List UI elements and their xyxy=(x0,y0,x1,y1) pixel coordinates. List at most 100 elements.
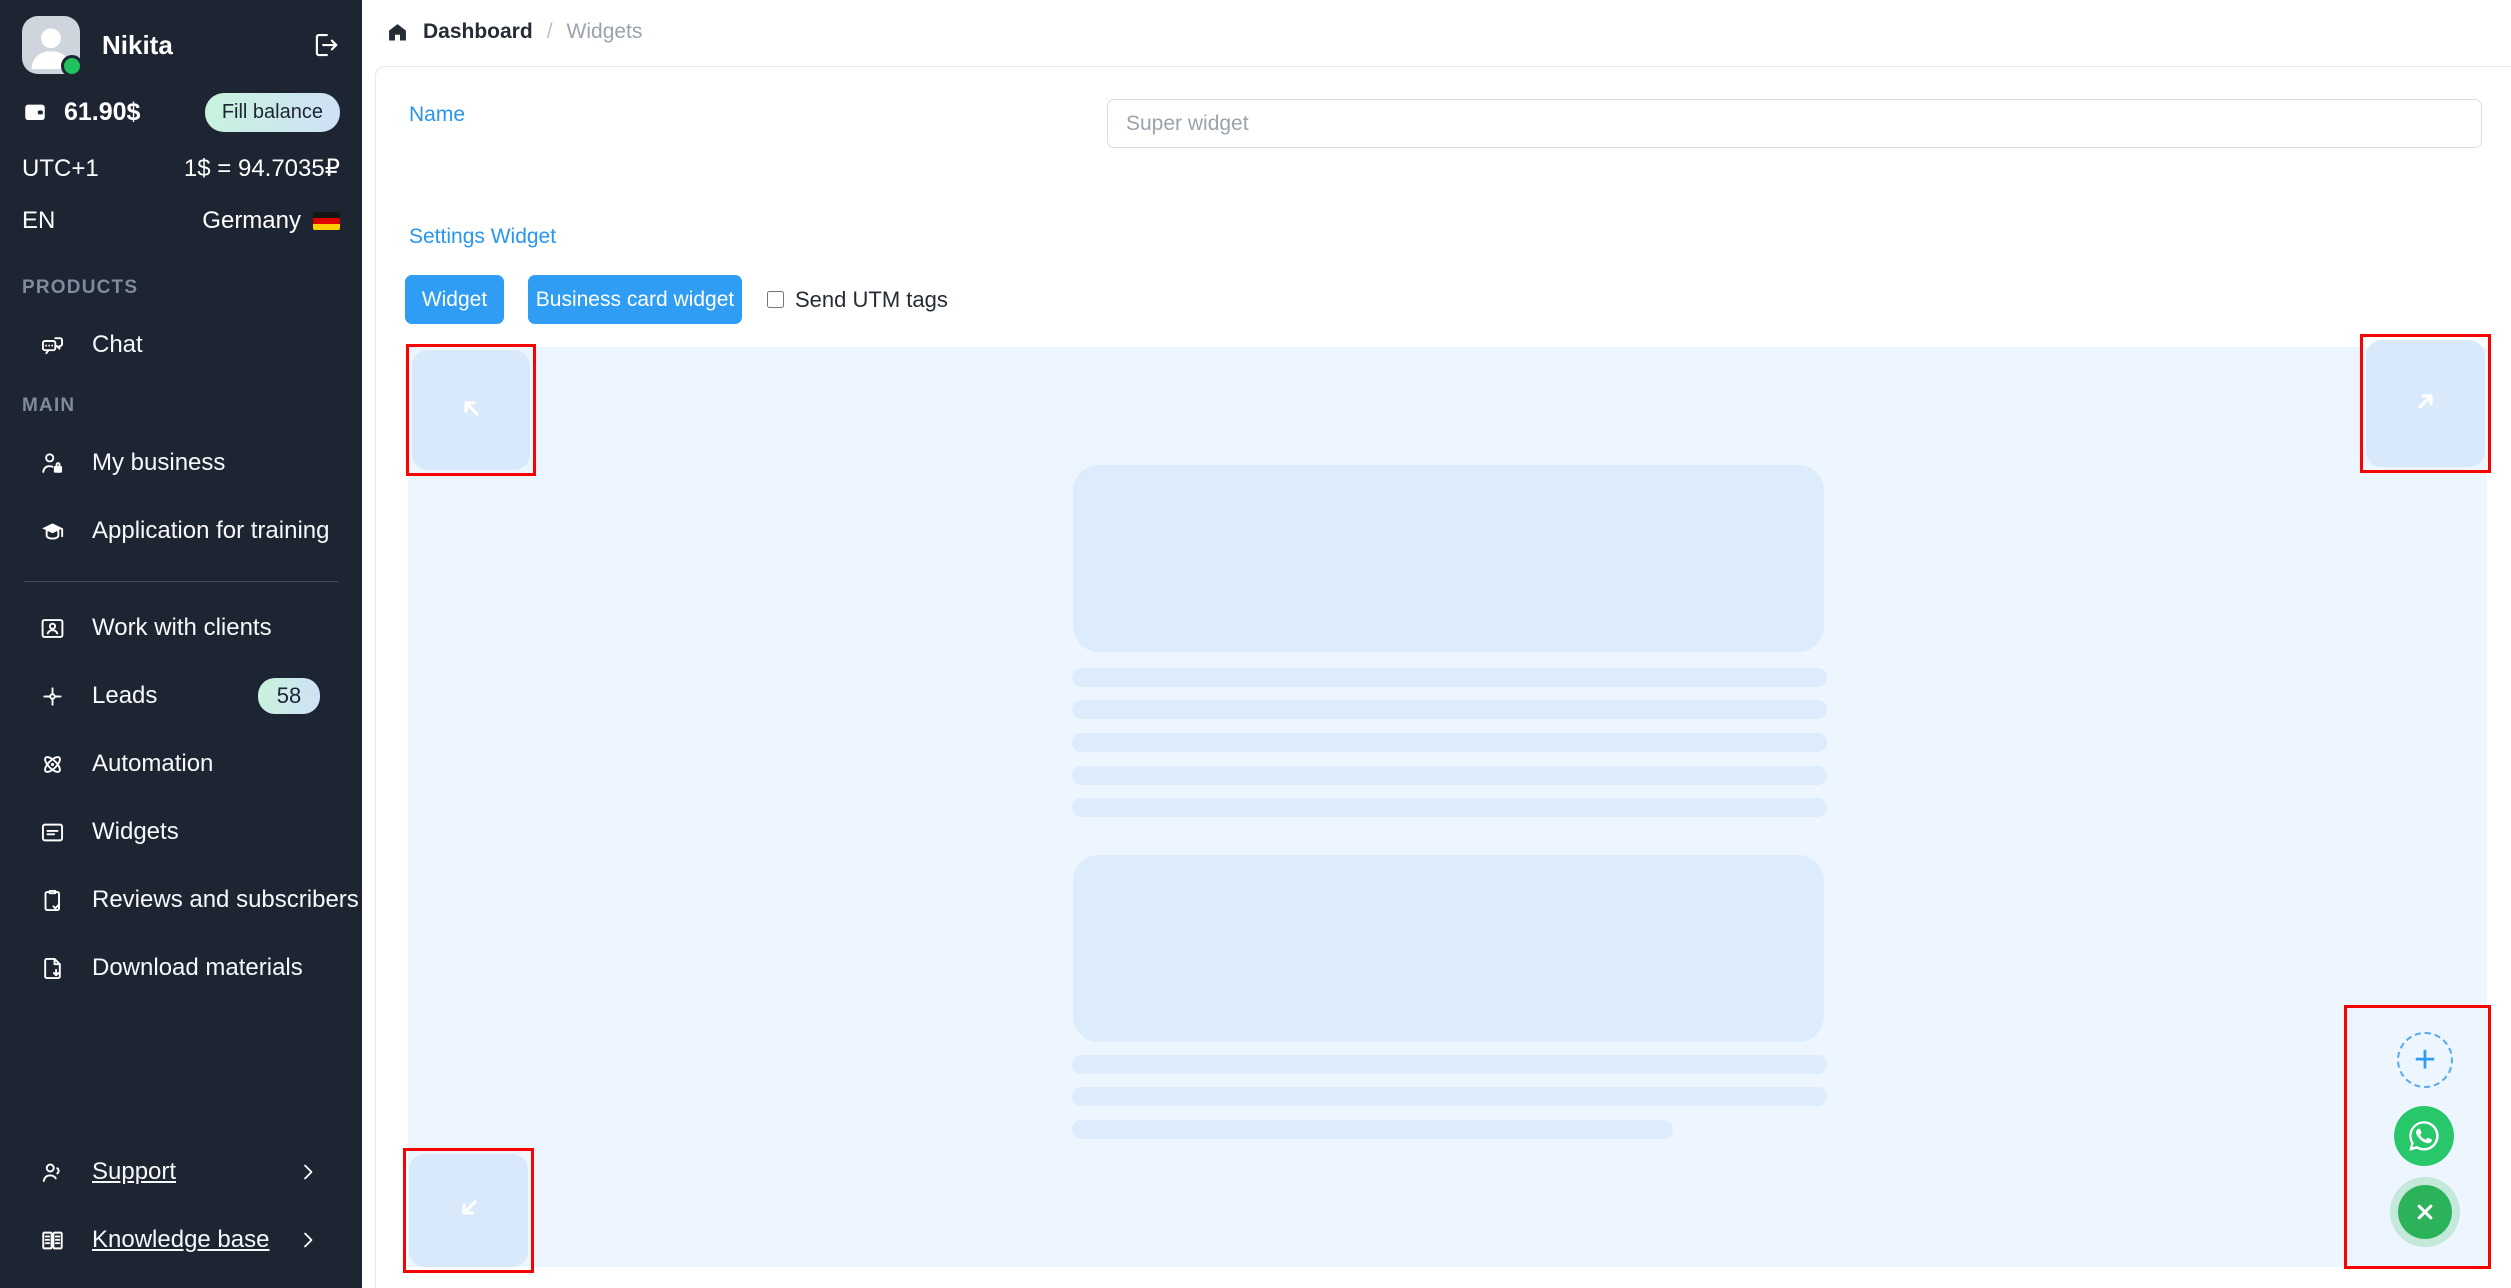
sidebar-item-support[interactable]: Support xyxy=(22,1150,340,1194)
balance-amount: 61.90$ xyxy=(64,98,140,127)
placeholder-line xyxy=(1072,668,1827,687)
widget-card-icon xyxy=(38,818,66,846)
name-field-label: Name xyxy=(409,103,465,127)
chevron-right-icon xyxy=(296,1228,320,1252)
home-icon[interactable] xyxy=(386,21,409,44)
sidebar-item-label: Work with clients xyxy=(92,614,272,642)
breadcrumb-dashboard-link[interactable]: Dashboard xyxy=(423,20,533,44)
arrow-down-left-icon xyxy=(452,1191,486,1230)
sidebar-item-work-with-clients[interactable]: Work with clients xyxy=(22,606,340,650)
exchange-rate-value: 1$ = 94.7035₽ xyxy=(184,154,340,183)
balance-row: 61.90$ Fill balance xyxy=(22,94,340,130)
hub-icon xyxy=(38,682,66,710)
whatsapp-icon xyxy=(2406,1118,2442,1154)
placeholder-line xyxy=(1072,798,1827,817)
online-status-dot xyxy=(61,55,83,77)
sidebar-item-leads[interactable]: Leads 58 xyxy=(22,674,340,718)
whatsapp-button[interactable] xyxy=(2394,1106,2454,1166)
support-agent-icon xyxy=(38,1158,66,1186)
sidebar-item-my-business[interactable]: My business xyxy=(22,441,340,485)
widget-name-input[interactable] xyxy=(1107,99,2482,148)
fill-balance-button[interactable]: Fill balance xyxy=(205,93,340,132)
send-utm-tags-row: Send UTM tags xyxy=(767,275,948,324)
leads-count-badge: 58 xyxy=(258,678,320,714)
placeholder-line xyxy=(1072,1087,1827,1106)
sidebar-item-label: Reviews and subscribers xyxy=(92,886,359,914)
section-label-products: PRODUCTS xyxy=(22,277,340,299)
person-briefcase-icon xyxy=(38,449,66,477)
language-value[interactable]: EN xyxy=(22,207,55,235)
app-root: Nikita 61.90$ Fill balance UTC+1 1$ = 94… xyxy=(0,0,2511,1288)
book-icon xyxy=(38,1226,66,1254)
sidebar-item-label: Download materials xyxy=(92,954,303,982)
widget-type-button[interactable]: Widget xyxy=(405,275,504,324)
placeholder-line xyxy=(1072,766,1827,785)
document-download-icon xyxy=(38,954,66,982)
germany-flag-icon xyxy=(313,212,340,231)
resize-handle-bottom-left[interactable] xyxy=(409,1154,528,1267)
content-card: Name Settings Widget Widget Business car… xyxy=(375,66,2511,1288)
clipboard-check-icon xyxy=(38,886,66,914)
send-utm-tags-checkbox[interactable] xyxy=(767,291,784,308)
plus-icon: + xyxy=(2414,1041,2436,1079)
widget-preview-canvas xyxy=(408,347,2487,1267)
sidebar-item-chat[interactable]: Chat xyxy=(22,323,340,367)
user-row: Nikita xyxy=(22,16,340,74)
sidebar-item-download-materials[interactable]: Download materials xyxy=(22,946,340,990)
timezone-row: UTC+1 1$ = 94.7035₽ xyxy=(22,154,340,183)
sidebar-item-label: Widgets xyxy=(92,818,179,846)
sidebar-item-label: Automation xyxy=(92,750,213,778)
breadcrumb-separator: / xyxy=(547,20,553,44)
chat-icon xyxy=(38,331,66,359)
placeholder-line-short xyxy=(1072,1120,1673,1139)
country-value: Germany xyxy=(202,207,301,235)
placeholder-block xyxy=(1073,465,1824,652)
close-widget-button[interactable] xyxy=(2398,1185,2452,1239)
atom-icon xyxy=(38,750,66,778)
wallet-icon xyxy=(22,99,48,125)
arrow-up-right-icon xyxy=(2409,384,2443,423)
sidebar-item-label: Application for training xyxy=(92,517,329,545)
arrow-up-left-icon xyxy=(454,391,488,430)
add-channel-button[interactable]: + xyxy=(2397,1032,2453,1088)
avatar[interactable] xyxy=(22,16,80,74)
placeholder-line xyxy=(1072,733,1827,752)
settings-widget-label: Settings Widget xyxy=(409,225,556,249)
placeholder-line xyxy=(1072,700,1827,719)
user-name: Nikita xyxy=(102,30,173,61)
sidebar-item-widgets[interactable]: Widgets xyxy=(22,810,340,854)
sidebar-item-knowledge-base[interactable]: Knowledge base xyxy=(22,1218,340,1262)
sidebar-item-application-for-training[interactable]: Application for training xyxy=(22,509,340,553)
chevron-right-icon xyxy=(296,1160,320,1184)
id-card-icon xyxy=(38,614,66,642)
breadcrumb-current: Widgets xyxy=(567,20,643,44)
sidebar-footer: Support Knowledge base xyxy=(22,1126,340,1262)
sidebar-divider xyxy=(24,581,338,582)
resize-handle-top-left[interactable] xyxy=(412,350,530,470)
country-wrap[interactable]: Germany xyxy=(202,207,340,235)
marker-fab-zone: + xyxy=(2344,1005,2491,1269)
breadcrumb: Dashboard / Widgets xyxy=(386,0,642,64)
sidebar-item-label: Knowledge base xyxy=(92,1226,269,1254)
sidebar-item-label: Support xyxy=(92,1158,176,1186)
section-label-main: MAIN xyxy=(22,395,340,417)
logout-icon[interactable] xyxy=(310,30,340,60)
placeholder-line xyxy=(1072,1055,1827,1074)
resize-handle-top-right[interactable] xyxy=(2366,340,2485,467)
sidebar-item-automation[interactable]: Automation xyxy=(22,742,340,786)
business-card-widget-type-button[interactable]: Business card widget xyxy=(528,275,742,324)
sidebar-item-label: Leads xyxy=(92,682,157,710)
sidebar-item-label: Chat xyxy=(92,331,143,359)
send-utm-tags-label: Send UTM tags xyxy=(795,287,948,313)
sidebar-item-label: My business xyxy=(92,449,225,477)
sidebar: Nikita 61.90$ Fill balance UTC+1 1$ = 94… xyxy=(0,0,362,1288)
sidebar-item-reviews-and-subscribers[interactable]: Reviews and subscribers xyxy=(22,878,340,922)
marker-top-right xyxy=(2360,334,2491,473)
close-icon xyxy=(2411,1198,2439,1226)
language-row: EN Germany xyxy=(22,207,340,235)
timezone-value: UTC+1 xyxy=(22,155,99,183)
marker-top-left xyxy=(406,344,536,476)
marker-bottom-left xyxy=(403,1148,534,1273)
graduation-cap-icon xyxy=(38,517,66,545)
placeholder-block xyxy=(1073,855,1824,1042)
